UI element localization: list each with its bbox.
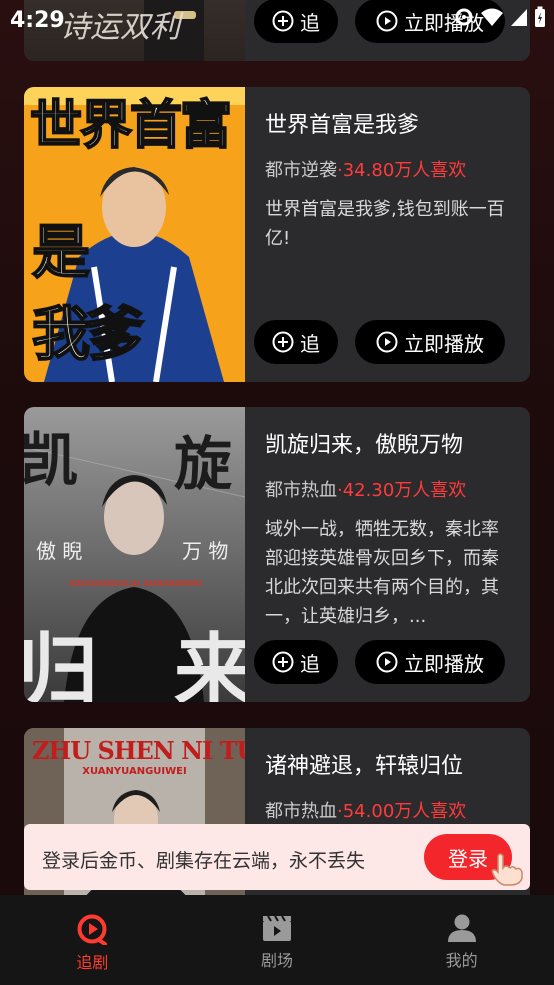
tab-label: 追剧 <box>76 953 109 972</box>
play-circle-icon <box>376 331 398 353</box>
wifi-icon <box>481 8 503 26</box>
poster-title: 世界首富 <box>29 96 233 156</box>
drama-likes: 42.30万人喜欢 <box>342 480 467 501</box>
follow-label: 追 <box>300 331 320 356</box>
drama-feed[interactable]: 诗运双利 追 立即播放 世界首富 是 我爹 世界首富是我爹 都市逆袭·34.80… <box>0 0 554 895</box>
tab-label: 剧场 <box>261 951 294 970</box>
login-prompt-message: 登录后金币、剧集存在云端，永不丢失 <box>42 850 366 872</box>
plus-circle-icon <box>272 651 294 673</box>
drama-card[interactable]: 凯 旋 傲 睨 万 物 KAIXUANGUILAI AONIWANWU 归 来 … <box>24 407 530 702</box>
poster-title: ZHU SHEN NI TUI <box>32 736 245 765</box>
drama-likes: 34.80万人喜欢 <box>342 160 467 181</box>
drama-meta: 都市逆袭·34.80万人喜欢 <box>265 156 516 182</box>
drama-genre: 都市热血 <box>265 801 337 822</box>
poster-subtitle: KAIXUANGUILAI AONIWANWU <box>69 579 203 588</box>
drama-title[interactable]: 凯旋归来，傲睨万物 <box>265 427 516 459</box>
tab-follow-drama[interactable]: 追剧 <box>0 895 185 985</box>
drama-title[interactable]: 世界首富是我爹 <box>265 107 516 139</box>
poster-char: 来 <box>174 625 245 702</box>
follow-label: 追 <box>300 651 320 676</box>
tab-theater[interactable]: 剧场 <box>185 895 370 985</box>
drama-poster[interactable]: 凯 旋 傲 睨 万 物 KAIXUANGUILAI AONIWANWU 归 来 <box>24 407 245 702</box>
drama-genre: 都市热血 <box>265 480 337 501</box>
drama-poster[interactable]: 世界首富 是 我爹 <box>24 87 245 382</box>
tab-label: 我的 <box>445 951 478 970</box>
follow-button[interactable]: 追 <box>254 640 338 684</box>
status-time: 4:29 <box>10 7 65 33</box>
status-bar: 4:29 <box>0 0 554 40</box>
drama-genre: 都市逆袭 <box>265 160 337 181</box>
poster-char: 归 <box>24 625 98 702</box>
signal-icon <box>511 9 527 26</box>
poster-char: 凯 <box>24 426 79 494</box>
poster-title-line: 是 <box>31 217 91 287</box>
status-icons <box>454 6 546 28</box>
drama-meta: 都市热血·42.30万人喜欢 <box>265 476 516 502</box>
play-label: 立即播放 <box>404 331 484 356</box>
follow-button[interactable]: 追 <box>254 320 338 364</box>
drama-title[interactable]: 诸神避退，轩辕归位 <box>265 748 516 780</box>
settings-gear-icon <box>455 8 473 26</box>
poster-char: 傲 睨 <box>36 539 83 563</box>
user-icon <box>447 914 476 942</box>
tab-mine[interactable]: 我的 <box>369 895 554 985</box>
drama-description: 世界首富是我爹,钱包到账一百亿! <box>265 199 505 249</box>
drama-info: 诸神避退，轩辕归位 都市热血·54.00万人喜欢 <box>265 728 516 823</box>
drama-info: 世界首富是我爹 都市逆袭·34.80万人喜欢 世界首富是我爹,钱包到账一百亿! <box>265 87 516 253</box>
drama-meta: 都市热血·54.00万人喜欢 <box>265 797 516 823</box>
drama-likes: 54.00万人喜欢 <box>342 801 467 822</box>
play-circle-icon <box>77 914 108 945</box>
poster-char: 万 物 <box>182 539 229 563</box>
pointing-hand-icon <box>491 853 523 886</box>
play-now-button[interactable]: 立即播放 <box>355 320 505 364</box>
poster-char: 旋 <box>174 430 233 498</box>
poster-subtitle: XUANYUANGUIWEI <box>82 766 187 777</box>
drama-info: 凯旋归来，傲睨万物 都市热血·42.30万人喜欢 域外一战，牺牲无数，秦北率部迎… <box>265 407 516 631</box>
film-clapper-icon <box>263 915 291 941</box>
battery-icon <box>535 6 545 27</box>
drama-description: 域外一战，牺牲无数，秦北率部迎接英雄骨灰回乡下，而秦北此次回来共有两个目的，其一… <box>265 519 499 627</box>
play-label: 立即播放 <box>404 651 484 676</box>
play-now-button[interactable]: 立即播放 <box>355 640 505 684</box>
plus-circle-icon <box>272 331 294 353</box>
poster-title-line: 我爹 <box>31 299 145 369</box>
drama-card[interactable]: 世界首富 是 我爹 世界首富是我爹 都市逆袭·34.80万人喜欢 世界首富是我爹… <box>24 87 530 382</box>
bottom-tab-bar: 追剧 剧场 我的 <box>0 895 554 985</box>
login-prompt-banner[interactable]: 登录后金币、剧集存在云端，永不丢失 登录 <box>24 824 530 890</box>
play-circle-icon <box>376 651 398 673</box>
